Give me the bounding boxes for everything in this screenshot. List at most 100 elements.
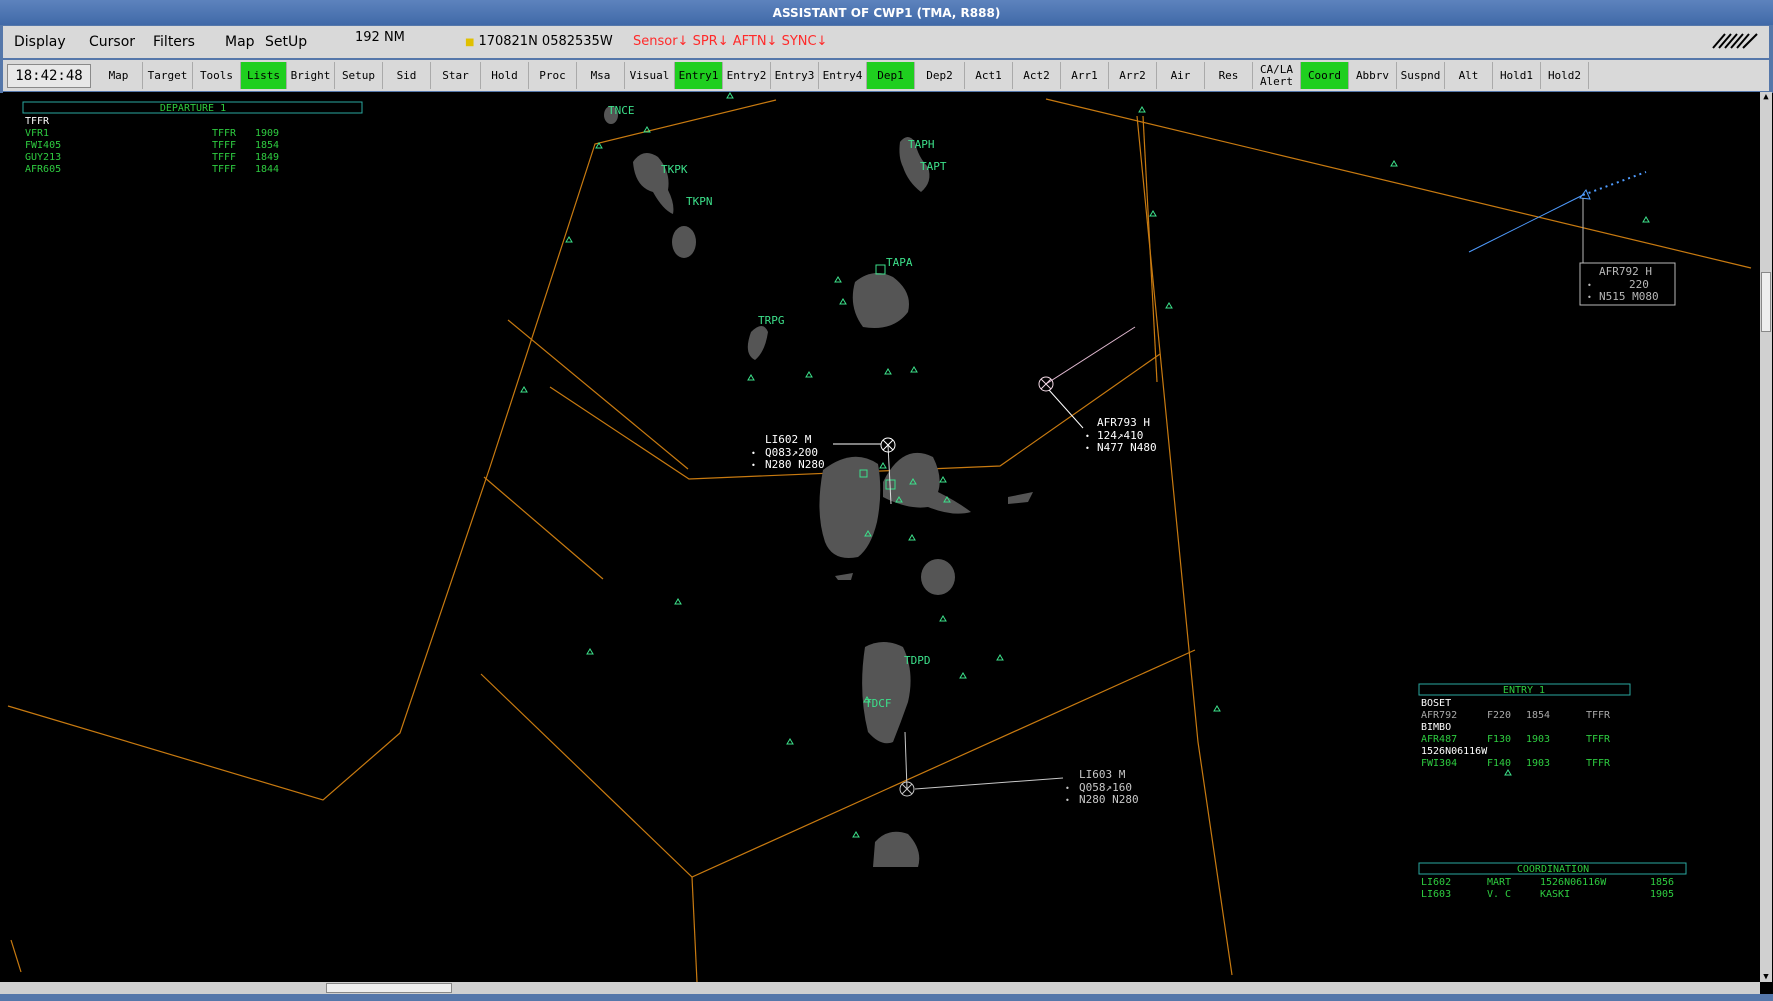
- toolbar-button-hold2[interactable]: Hold2: [1541, 62, 1589, 89]
- vendor-logo: [1712, 33, 1758, 49]
- menu-cursor[interactable]: Cursor: [89, 34, 135, 50]
- departure-list[interactable]: DEPARTURE 1 TFFR VFR1 TFFR 1909 FWI405 T…: [22, 101, 363, 175]
- toolbar-button-suspnd[interactable]: Suspnd: [1397, 62, 1445, 89]
- toolbar-button-hold1[interactable]: Hold1: [1493, 62, 1541, 89]
- scroll-up-icon[interactable]: ▲: [1760, 92, 1772, 102]
- airport-label[interactable]: TDPD: [904, 654, 931, 667]
- toolbar-button-abbrv-fp[interactable]: Abbrv FP: [1349, 62, 1397, 109]
- entry-callsign[interactable]: AFR487: [1421, 734, 1457, 745]
- toolbar-button-lists[interactable]: Lists: [241, 62, 287, 89]
- toolbar-button-target[interactable]: Target: [143, 62, 193, 89]
- triangle-icon[interactable]: [586, 648, 594, 655]
- menu-display[interactable]: Display: [14, 34, 66, 50]
- toolbar-button-hold[interactable]: Hold: [481, 62, 529, 89]
- triangle-icon[interactable]: [852, 831, 860, 838]
- radar-map[interactable]: TNCE TKPK TKPN TAPH TAPT TAPA TRPG TDPD …: [3, 92, 1760, 982]
- toolbar-button-coord[interactable]: Coord: [1301, 62, 1349, 89]
- departure-callsign[interactable]: AFR605: [25, 164, 61, 175]
- triangle-icon[interactable]: [1390, 160, 1398, 167]
- horizontal-scrollbar[interactable]: [0, 982, 1760, 994]
- toolbar-button-sid[interactable]: Sid: [383, 62, 431, 89]
- toolbar-button-entry1[interactable]: Entry1: [675, 62, 723, 89]
- toolbar-button-entry3[interactable]: Entry3: [771, 62, 819, 89]
- toolbar-button-arr1[interactable]: Arr1: [1061, 62, 1109, 89]
- track-afr792[interactable]: AFR792 H 220 N515 M080 • •: [1468, 171, 1676, 306]
- toolbar-button-res[interactable]: Res: [1205, 62, 1253, 89]
- track-afr793[interactable]: AFR793 H 124↗410 N477 N480 • •: [1038, 326, 1157, 454]
- toolbar-button-msa[interactable]: Msa: [577, 62, 625, 89]
- triangle-icon[interactable]: [520, 386, 528, 393]
- triangle-icon[interactable]: [879, 462, 887, 469]
- datablock-bullet: •: [1065, 784, 1070, 793]
- menu-filters[interactable]: Filters: [153, 34, 195, 50]
- toolbar-button-star[interactable]: Star: [431, 62, 481, 89]
- toolbar-button-alt[interactable]: Alt: [1445, 62, 1493, 89]
- airport-label[interactable]: TAPH: [908, 138, 935, 151]
- toolbar-button-entry2[interactable]: Entry2: [723, 62, 771, 89]
- triangle-icon[interactable]: [910, 366, 918, 373]
- horizontal-scroll-thumb[interactable]: [326, 983, 452, 993]
- departure-callsign[interactable]: FWI405: [25, 140, 61, 151]
- airport-label[interactable]: TAPA: [886, 256, 913, 269]
- airport-label[interactable]: TKPK: [661, 163, 688, 176]
- toolbar-button-dep2[interactable]: Dep2: [915, 62, 965, 89]
- triangle-icon[interactable]: [908, 534, 916, 541]
- triangle-icon[interactable]: [786, 738, 794, 745]
- airport-label[interactable]: TRPG: [758, 314, 785, 327]
- square-icon[interactable]: [875, 264, 886, 275]
- track-li603[interactable]: LI603 M Q058↗160 N280 N280 • •: [899, 731, 1139, 806]
- toolbar-button-arr2[interactable]: Arr2: [1109, 62, 1157, 89]
- scroll-down-icon[interactable]: ▼: [1760, 972, 1772, 982]
- toolbar-button-air[interactable]: Air: [1157, 62, 1205, 89]
- triangle-icon[interactable]: [1138, 106, 1146, 113]
- toolbar-button-setup[interactable]: Setup: [335, 62, 383, 89]
- vertical-scrollbar[interactable]: ▲ ▼: [1760, 92, 1772, 982]
- coordination-list[interactable]: COORDINATION LI602 MART 1526N06116W 1856…: [1418, 862, 1687, 900]
- airport-label[interactable]: TNCE: [608, 104, 635, 117]
- entry-callsign[interactable]: FWI304: [1421, 758, 1457, 769]
- coordination-callsign[interactable]: LI602: [1421, 877, 1451, 888]
- entry-callsign[interactable]: AFR792: [1421, 710, 1457, 721]
- airport-label[interactable]: TDCF: [865, 697, 892, 710]
- toolbar-button-act1[interactable]: Act1: [965, 62, 1013, 89]
- toolbar-button-map[interactable]: Map: [95, 62, 143, 89]
- menu-setup[interactable]: SetUp: [265, 34, 307, 50]
- triangle-icon[interactable]: [747, 374, 755, 381]
- triangle-icon[interactable]: [805, 371, 813, 378]
- aircraft-symbol-icon[interactable]: [1579, 189, 1591, 200]
- toolbar-button-dep1[interactable]: Dep1: [867, 62, 915, 89]
- toolbar-button-act2[interactable]: Act2: [1013, 62, 1061, 89]
- triangle-icon[interactable]: [1165, 302, 1173, 309]
- coordination-callsign[interactable]: LI603: [1421, 889, 1451, 900]
- departure-callsign[interactable]: VFR1: [25, 128, 49, 139]
- triangle-icon[interactable]: [939, 615, 947, 622]
- triangle-icon[interactable]: [1149, 210, 1157, 217]
- triangle-icon[interactable]: [1642, 216, 1650, 223]
- vertical-scroll-thumb[interactable]: [1761, 272, 1771, 332]
- triangle-icon[interactable]: [996, 654, 1004, 661]
- airport-label[interactable]: TAPT: [920, 160, 947, 173]
- triangle-icon[interactable]: [565, 236, 573, 243]
- entry-fix: BOSET: [1421, 698, 1451, 709]
- menu-map[interactable]: Map: [225, 34, 255, 50]
- toolbar-button-bright[interactable]: Bright: [287, 62, 335, 89]
- airport-label[interactable]: TKPN: [686, 195, 713, 208]
- sector-boundary: [483, 476, 604, 580]
- toolbar-button-entry4[interactable]: Entry4: [819, 62, 867, 89]
- departure-callsign[interactable]: GUY213: [25, 152, 61, 163]
- island: [747, 326, 768, 360]
- triangle-icon[interactable]: [726, 92, 734, 99]
- toolbar-button-tools[interactable]: Tools: [193, 62, 241, 89]
- triangle-icon[interactable]: [1213, 705, 1221, 712]
- triangle-icon[interactable]: [939, 476, 947, 483]
- toolbar-button-visual[interactable]: Visual: [625, 62, 675, 89]
- entry-list[interactable]: ENTRY 1 BOSET AFR792 F220 1854 TFFR BIMB…: [1418, 683, 1631, 776]
- triangle-icon[interactable]: [884, 368, 892, 375]
- toolbar-button-proc[interactable]: Proc: [529, 62, 577, 89]
- triangle-icon[interactable]: [674, 598, 682, 605]
- toolbar-button-ca-la-alert[interactable]: CA/LA Alert: [1253, 62, 1301, 89]
- triangle-icon[interactable]: [834, 276, 842, 283]
- triangle-icon[interactable]: [839, 298, 847, 305]
- triangle-icon[interactable]: [959, 672, 967, 679]
- radar-display[interactable]: TNCE TKPK TKPN TAPH TAPT TAPA TRPG TDPD …: [3, 92, 1760, 982]
